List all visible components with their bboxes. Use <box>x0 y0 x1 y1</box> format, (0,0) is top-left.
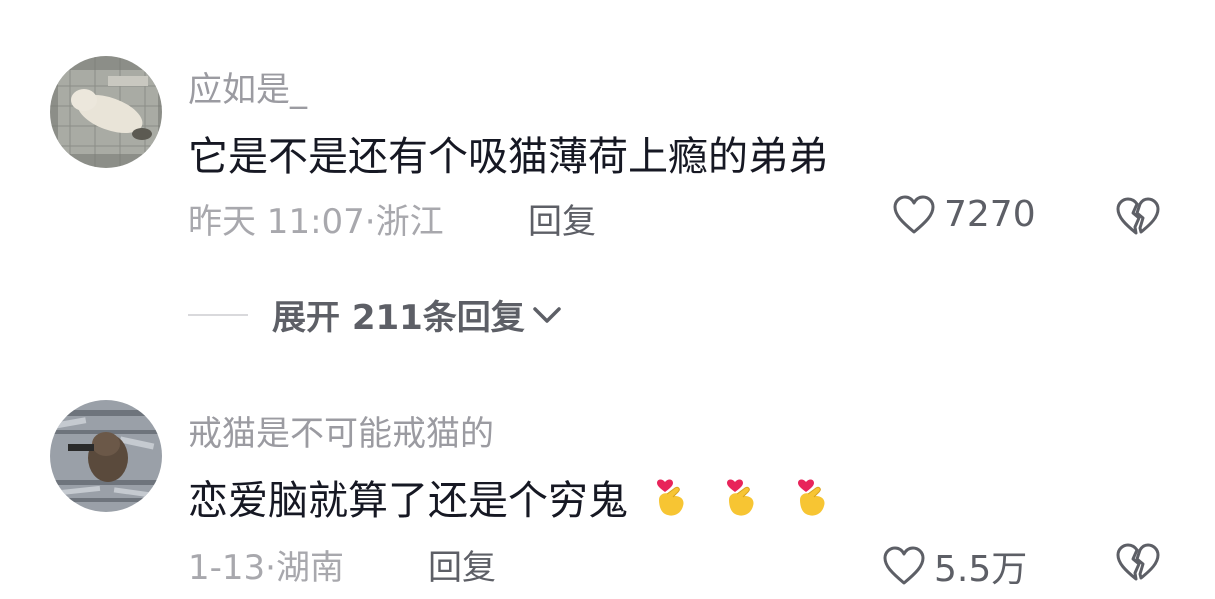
like-count: 7270 <box>944 194 1036 235</box>
broken-heart-icon <box>1116 197 1160 235</box>
cat-lying-avatar-icon <box>50 56 162 168</box>
reply-button[interactable]: 回复 <box>528 194 596 243</box>
finger-heart-emoji-icon <box>798 479 825 516</box>
meta-separator: · <box>364 202 376 242</box>
meta-separator: · <box>265 548 276 588</box>
expand-replies[interactable]: 展开 211条回复 <box>188 290 563 339</box>
expand-replies-label[interactable]: 展开 211条回复 <box>272 290 525 339</box>
finger-heart-emoji-icon <box>727 479 754 516</box>
reply-button[interactable]: 回复 <box>428 540 496 589</box>
location: 浙江 <box>375 202 444 242</box>
heart-outline-icon <box>883 546 925 585</box>
comment-meta: 1-13·湖南 <box>188 540 344 589</box>
divider-line <box>188 313 248 316</box>
like-button[interactable]: 7270 <box>892 194 1036 235</box>
comment-text-content: 恋爱脑就算了还是个穷鬼 <box>188 478 628 524</box>
timestamp: 1-13 <box>188 548 266 588</box>
dislike-button[interactable] <box>1115 542 1161 586</box>
chevron-down-icon <box>533 306 561 323</box>
avatar[interactable] <box>50 56 162 168</box>
avatar[interactable] <box>50 400 162 512</box>
dislike-button[interactable] <box>1115 196 1161 240</box>
finger-heart-emoji-icon <box>656 479 684 516</box>
cat-gun-avatar-icon <box>50 400 162 512</box>
username[interactable]: 应如是_ <box>188 62 307 111</box>
like-button[interactable]: 5.5万 <box>882 540 1027 592</box>
broken-heart-icon <box>1116 543 1160 581</box>
heart-outline-icon <box>893 195 935 233</box>
comment-meta: 昨天 11:07·浙江 <box>188 194 444 243</box>
username[interactable]: 戒猫是不可能戒猫的 <box>188 406 494 455</box>
location: 湖南 <box>275 548 344 588</box>
timestamp: 昨天 11:07 <box>188 202 365 242</box>
comment-text: 它是不是还有个吸猫薄荷上瘾的弟弟 <box>188 134 828 180</box>
like-count: 5.5万 <box>934 549 1028 590</box>
comment-text: 恋爱脑就算了还是个穷鬼 <box>188 466 840 526</box>
